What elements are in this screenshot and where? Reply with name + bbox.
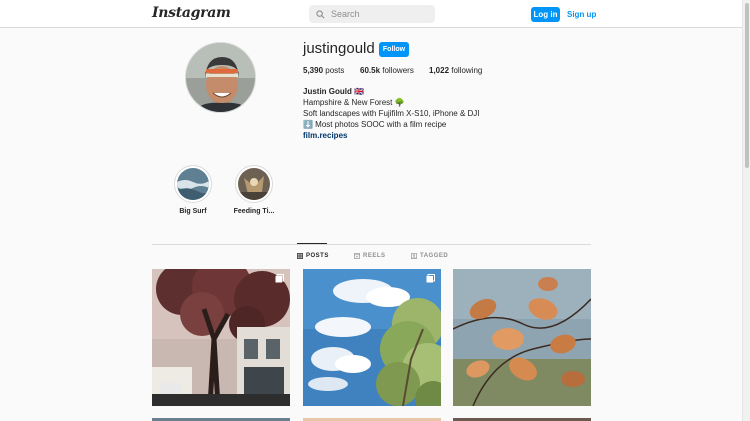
instagram-logo[interactable]: Instagram [152, 5, 231, 21]
highlight-feeding-time[interactable]: Feeding Ti... [224, 165, 284, 215]
profile-bio: Justin Gould 🇬🇧 Hampshire & New Forest 🌳… [303, 86, 480, 141]
multiple-photos-icon [426, 274, 435, 283]
tab-tagged[interactable]: TAGGED [411, 253, 448, 259]
post-thumbnail[interactable] [453, 269, 591, 406]
highlight-ring [174, 165, 212, 203]
posts-stat: 5,390 posts [303, 66, 360, 75]
following-stat[interactable]: 1,022 following [429, 66, 482, 75]
login-button[interactable]: Log in [531, 7, 560, 22]
following-count: 1,022 [429, 66, 450, 75]
follow-button[interactable]: Follow [379, 42, 409, 57]
following-label: following [449, 66, 483, 75]
avatar [185, 42, 256, 113]
followers-label: followers [380, 66, 414, 75]
tabs-divider [152, 244, 591, 245]
highlight-thumbnail [238, 168, 270, 200]
highlight-label: Feeding Ti... [233, 208, 275, 215]
post-thumbnail[interactable] [152, 269, 290, 406]
tab-reels[interactable]: REELS [354, 253, 386, 259]
tab-label: TAGGED [420, 253, 449, 259]
bio-name: Justin Gould 🇬🇧 [303, 87, 365, 96]
profile-username: justingould [303, 40, 375, 57]
highlight-ring [235, 165, 273, 203]
bio-link[interactable]: film.recipes [303, 130, 480, 141]
tab-label: POSTS [306, 253, 329, 259]
posts-label: posts [323, 66, 345, 75]
search-input[interactable]: Search [309, 5, 435, 23]
posts-count: 5,390 [303, 66, 324, 75]
grid-icon [297, 253, 303, 259]
bio-line: Soft landscapes with Fujifilm X-S10, iPh… [303, 109, 480, 118]
reels-icon [354, 253, 360, 259]
scrollbar-thumb[interactable] [745, 3, 749, 168]
highlight-thumbnail [177, 168, 209, 200]
search-placeholder: Search [331, 9, 360, 19]
tagged-icon [411, 253, 417, 259]
top-nav: Instagram Search Log in Sign up [0, 0, 742, 28]
scrollbar[interactable] [742, 0, 750, 421]
bio-line: ⬇️ Most photos SOOC with a film recipe [303, 120, 447, 129]
profile-stats: 5,390 posts 60.5k followers 1,022 follow… [303, 66, 482, 75]
multiple-photos-icon [275, 274, 284, 283]
bio-line: Hampshire & New Forest 🌳 [303, 98, 405, 107]
followers-count: 60.5k [360, 66, 381, 75]
signup-link[interactable]: Sign up [567, 10, 596, 19]
search-icon [316, 9, 325, 18]
tab-posts[interactable]: POSTS [297, 253, 329, 259]
highlight-big-surf[interactable]: Big Surf [163, 165, 223, 215]
active-tab-indicator [297, 243, 327, 244]
post-thumbnail[interactable] [303, 269, 441, 406]
highlight-label: Big Surf [179, 208, 207, 215]
followers-stat[interactable]: 60.5k followers [360, 66, 429, 75]
tab-label: REELS [363, 253, 386, 259]
